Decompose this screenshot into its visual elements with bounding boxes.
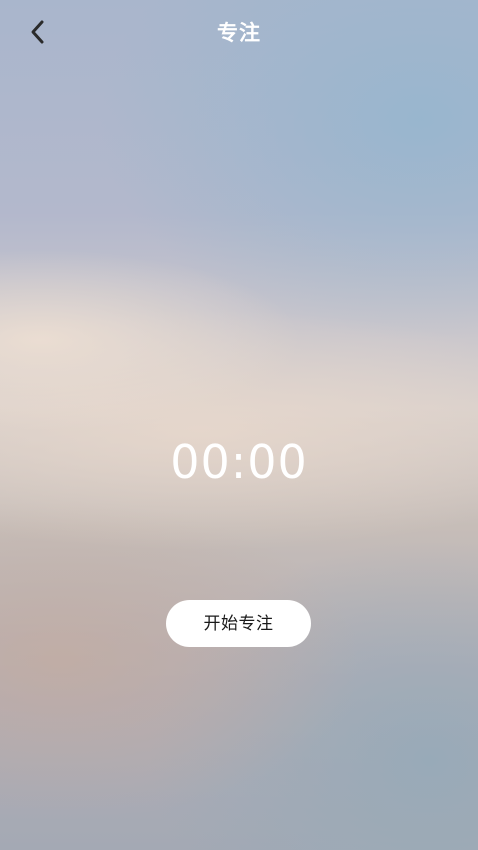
page-title: 专注: [217, 21, 261, 45]
top-bar: 专注: [0, 0, 478, 66]
focus-screen: 专注 00:00 开始专注: [0, 0, 478, 850]
timer-display: 00:00: [170, 435, 308, 489]
start-focus-button[interactable]: 开始专注: [166, 600, 311, 647]
